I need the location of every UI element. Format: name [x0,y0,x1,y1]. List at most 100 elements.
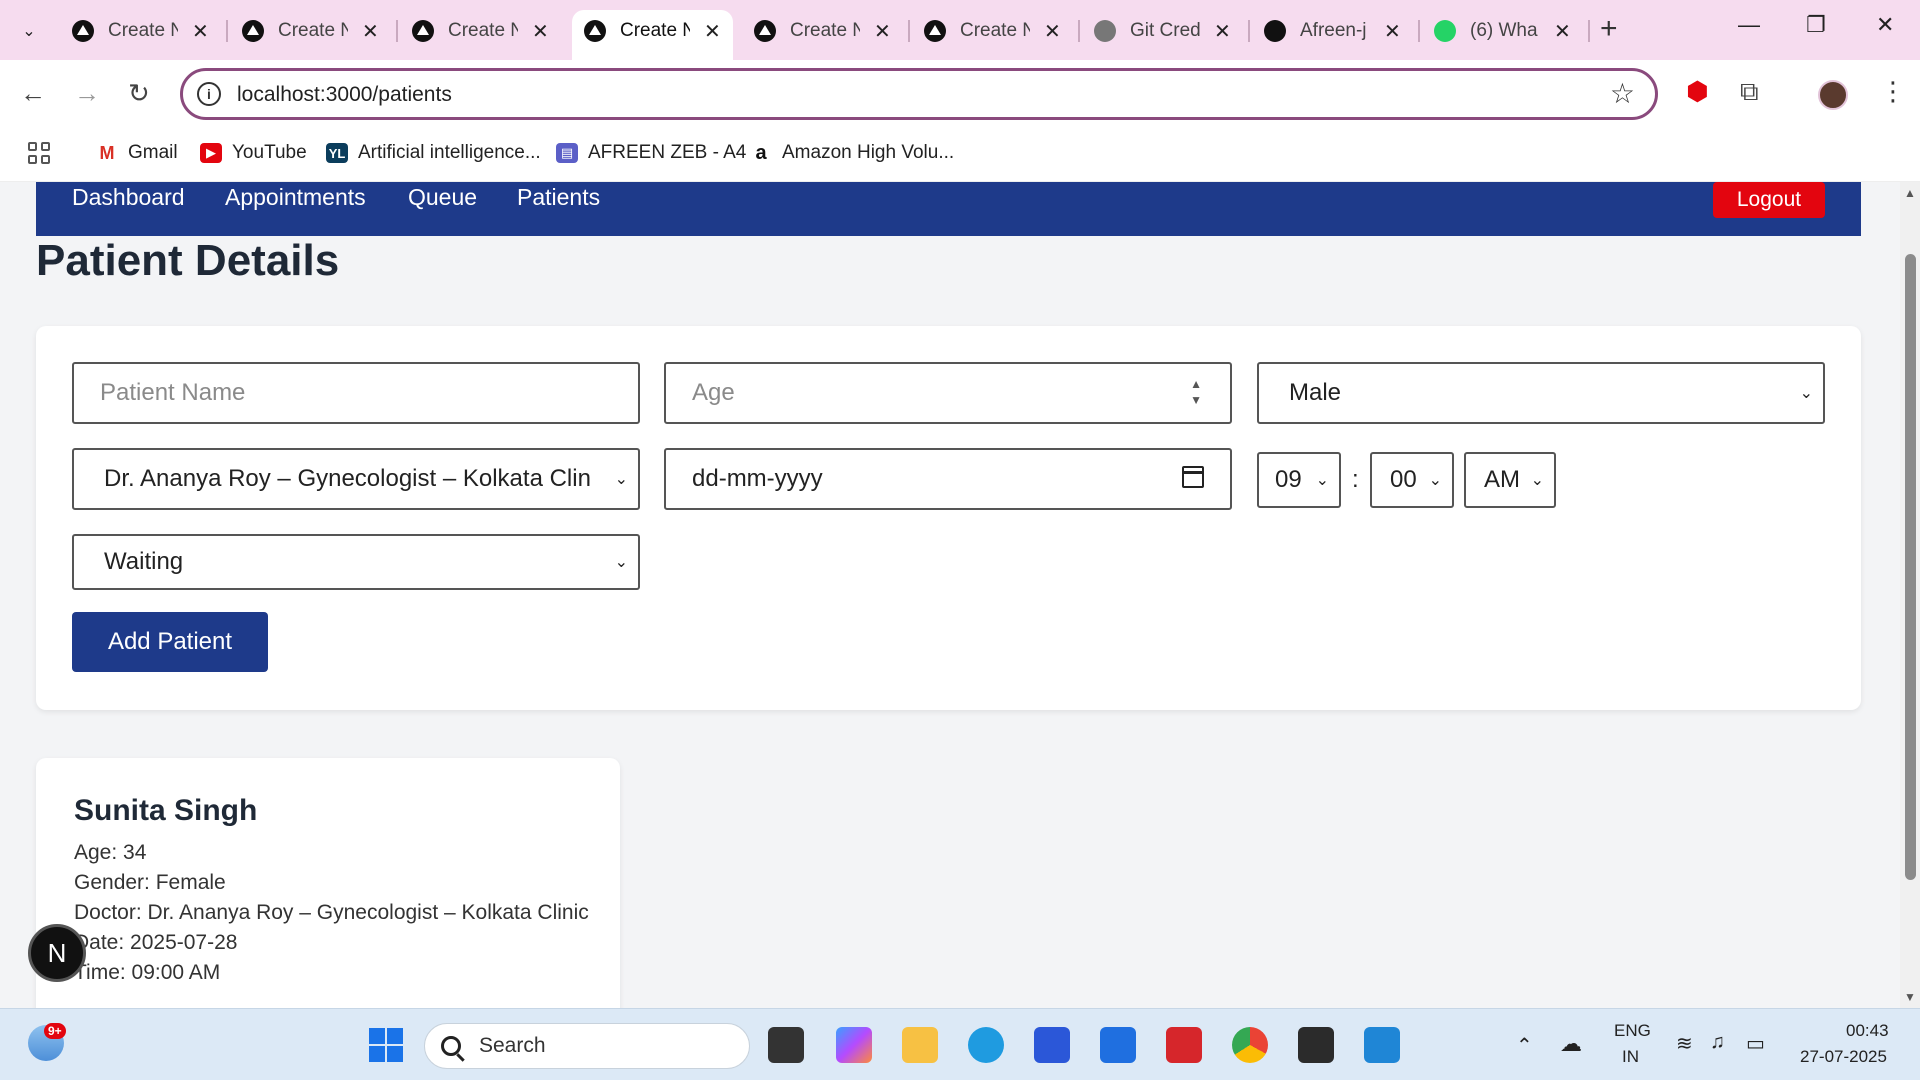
close-tab-icon[interactable]: ✕ [1554,19,1571,44]
taskbar-search[interactable]: Search [424,1023,750,1069]
nav-appointments[interactable]: Appointments [225,184,366,211]
nav-queue[interactable]: Queue [408,184,477,211]
browser-tab[interactable]: Create N ✕ [912,10,1073,52]
number-spinner-icon[interactable]: ▲ ▼ [1190,376,1202,408]
wifi-icon[interactable]: ≋ [1676,1031,1693,1056]
ampm-select[interactable]: AM ⌄ [1464,452,1556,508]
tab-title: Create N [790,20,860,41]
add-patient-button[interactable]: Add Patient [72,612,268,672]
bookmark-gmail[interactable]: M Gmail [96,142,178,164]
tab-search-button[interactable]: ⌄ [10,13,48,49]
bookmark-youtube[interactable]: ▶ YouTube [200,142,307,164]
mcafee-icon[interactable] [1166,1027,1202,1063]
bookmark-star-icon[interactable]: ☆ [1610,77,1635,110]
scroll-down-icon[interactable]: ▼ [1904,990,1916,1004]
bookmark-ai[interactable]: YL Artificial intelligence... [326,142,541,164]
apps-icon[interactable] [28,142,50,164]
bookmark-label: YouTube [232,142,307,163]
clock-date[interactable]: 27-07-2025 [1800,1047,1887,1067]
nav-dashboard[interactable]: Dashboard [72,184,185,211]
page-scrollbar[interactable]: ▲ ▼ [1900,182,1920,1008]
page-content: Dashboard Appointments Queue Patients Lo… [0,182,1900,1008]
browser-tab[interactable]: Create N ✕ [60,10,221,52]
chevron-down-icon: ⌄ [1428,472,1442,489]
tab-title: Create N [108,20,178,41]
site-info-icon[interactable]: i [197,82,221,106]
extensions-icon[interactable]: ⧉ [1740,76,1759,108]
close-tab-icon[interactable]: ✕ [362,19,379,44]
browser-tab[interactable]: Create N ✕ [742,10,903,52]
hour-value: 09 [1275,466,1302,493]
close-tab-icon[interactable]: ✕ [874,19,891,44]
tab-title: Create N [278,20,348,41]
chevron-down-icon: ⌄ [1799,385,1813,402]
scroll-up-icon[interactable]: ▲ [1904,186,1916,200]
close-tab-icon[interactable]: ✕ [1384,19,1401,44]
browser-tab[interactable]: Create N ✕ [230,10,391,52]
language-bottom[interactable]: IN [1622,1047,1639,1067]
doctor-select[interactable]: Dr. Ananya Roy – Gynecologist – Kolkata … [72,448,640,510]
terminal-icon[interactable] [1298,1027,1334,1063]
url-text[interactable]: localhost:3000/patients [237,83,452,107]
time-separator: : [1352,466,1359,493]
forward-icon[interactable]: → [74,78,100,109]
azure-icon[interactable] [1100,1027,1136,1063]
battery-icon[interactable]: ▭ [1746,1031,1765,1056]
chevron-down-icon: ⌄ [1315,472,1329,489]
edge-icon[interactable] [968,1027,1004,1063]
bookmark-amazon[interactable]: a Amazon High Volu... [750,142,954,164]
onedrive-icon[interactable]: ☁ [1560,1031,1582,1057]
top-navbar: Dashboard Appointments Queue Patients Lo… [36,182,1861,236]
tray-chevron-icon[interactable]: ⌃ [1516,1033,1533,1058]
whatsapp-icon [1434,20,1456,42]
windows-start-icon[interactable] [368,1027,404,1063]
clock-time[interactable]: 00:43 [1846,1021,1889,1041]
vscode-icon[interactable] [1364,1027,1400,1063]
browser-tab[interactable]: (6) Wha ✕ [1422,10,1583,52]
adblock-icon[interactable]: ⬢ [1686,76,1709,107]
chrome-icon[interactable] [1232,1027,1268,1063]
patient-name-input[interactable]: Patient Name [72,362,640,424]
microsoft-store-icon[interactable] [1034,1027,1070,1063]
task-view-icon[interactable] [768,1027,804,1063]
minimize-icon[interactable]: — [1738,12,1760,38]
close-tab-icon[interactable]: ✕ [1044,19,1061,44]
address-bar[interactable]: i localhost:3000/patients ☆ [180,68,1658,120]
tab-title: Afreen-j [1300,20,1367,41]
date-input[interactable]: dd-mm-yyyy [664,448,1232,510]
back-icon[interactable]: ← [20,78,46,109]
gender-select[interactable]: Male ⌄ [1257,362,1825,424]
search-icon [441,1036,461,1056]
copilot-icon[interactable] [836,1027,872,1063]
hour-select[interactable]: 09 ⌄ [1257,452,1341,508]
reload-icon[interactable]: ↻ [128,78,150,109]
browser-tab[interactable]: Afreen-j ✕ [1252,10,1413,52]
file-explorer-icon[interactable] [902,1027,938,1063]
close-tab-icon[interactable]: ✕ [532,19,549,44]
logout-button[interactable]: Logout [1713,182,1825,218]
calendar-icon[interactable] [1182,466,1204,488]
volume-icon[interactable]: ♫ [1710,1031,1725,1054]
browser-tab[interactable]: Create N ✕ [400,10,561,52]
browser-tab-active[interactable]: Create N ✕ [572,10,733,60]
vercel-icon [412,20,434,42]
profile-avatar[interactable] [1818,80,1848,110]
restore-icon[interactable]: ❐ [1806,12,1826,38]
language-top[interactable]: ENG [1614,1021,1651,1041]
minute-select[interactable]: 00 ⌄ [1370,452,1454,508]
close-tab-icon[interactable]: ✕ [704,19,721,44]
close-tab-icon[interactable]: ✕ [1214,19,1231,44]
status-select[interactable]: Waiting ⌄ [72,534,640,590]
add-patient-form: Patient Name Age ▲ ▼ Male ⌄ Dr. Ananya Ro… [36,326,1861,710]
close-window-icon[interactable]: ✕ [1876,12,1894,38]
age-input[interactable]: Age ▲ ▼ [664,362,1232,424]
browser-tab[interactable]: Git Cred ✕ [1082,10,1243,52]
bookmark-afreen[interactable]: ▤ AFREEN ZEB - A4 [556,142,746,164]
scroll-thumb[interactable] [1905,254,1916,880]
new-tab-button[interactable]: + [1600,12,1618,46]
close-tab-icon[interactable]: ✕ [192,19,209,44]
nav-patients[interactable]: Patients [517,184,600,211]
nextjs-dev-indicator[interactable]: N [28,924,86,982]
menu-icon[interactable]: ⋮ [1880,76,1906,107]
tab-title: Create N [620,20,690,41]
